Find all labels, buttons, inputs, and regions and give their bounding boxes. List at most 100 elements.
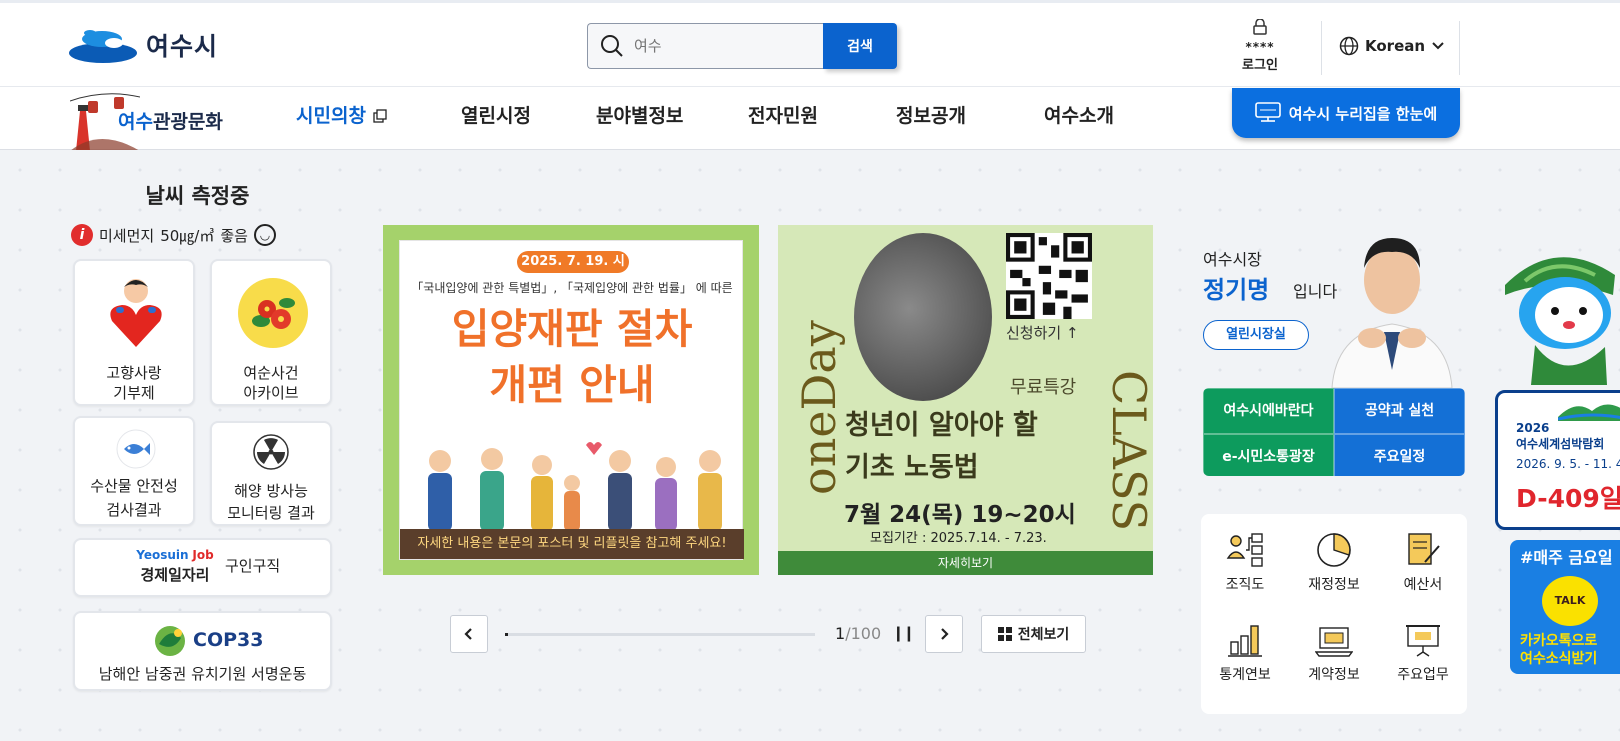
class-text: CLASS [1102,370,1153,532]
oneday-text: oneDay [792,320,846,495]
quick-item-label: 통계연보 [1219,667,1271,683]
adoption-banner[interactable]: 2025. 7. 19. 시행 「국내입양에 관한 특별법」, 「국제입양에 관… [383,225,759,575]
search-input[interactable] [634,37,804,55]
brand-suffix: 관광문화 [152,111,223,133]
nav-item-citizen[interactable]: 시민의창 [296,87,461,151]
bar-chart-icon [1228,625,1262,657]
nav-brand-text: 여수관광문화 [118,107,223,134]
presentation-icon [1406,625,1440,657]
adoption-poster: 2025. 7. 19. 시행 「국내입양에 관한 특별법」, 「국제입양에 관… [399,240,744,560]
monitor-icon [1254,102,1281,122]
quick-item-contract[interactable]: 계약정보 [1290,622,1378,684]
nav-item-open-govt[interactable]: 열린시정 [461,87,596,151]
quick-label-line1: 해양 방사능 [234,482,308,500]
cop33-label: 남해안 남중권 유치기원 서명운동 [98,665,307,683]
job-brand-en1: Yeosuin [136,548,189,562]
slide-progress-bar [505,633,815,636]
recruit-period: 모집기간 : 2025.7.14. - 7.23. [870,531,1047,546]
prev-slide-button[interactable] [450,615,488,653]
org-chart-icon [1226,533,1263,567]
pledge-link[interactable]: 공약과 실천 [1334,388,1465,434]
divider [1321,21,1322,75]
mayor-links-grid: 여수시에바란다 공약과 실천 e-시민소통광장 주요일정 [1203,388,1465,476]
nav-item-field-info[interactable]: 분야별정보 [596,87,748,151]
banner-footer: 자세한 내용은 본문의 포스터 및 리플릿을 참고해 주세요! [400,529,744,559]
banner-date: 2025. 7. 19. 시행 [517,251,629,291]
search-bar: 검색 [587,23,897,69]
kakao-talk-icon: TALK [1542,576,1598,626]
laptop-icon [1315,627,1353,657]
schedule-link[interactable]: 주요일정 [1334,434,1465,476]
cop33-leaf-icon [155,626,185,656]
nav-item-info-disclosure[interactable]: 정보공개 [896,87,1044,151]
nav-item-e-civil[interactable]: 전자민원 [748,87,896,151]
mayor-label: 여수시장 [1203,250,1262,269]
kakao-subscribe-banner[interactable]: #매주 금요일 TALK 카카오톡으로 여수소식받기 [1510,540,1620,674]
labor-title-line2: 기초 노동법 [845,452,979,483]
login-stars: **** [1245,40,1275,54]
logo-text: 여수시 [146,32,219,61]
info-icon: i [71,224,93,246]
quick-item-finance[interactable]: 재정정보 [1290,532,1378,594]
search-icon [601,35,623,57]
expo-date: 2026. 9. 5. - 11. 4. [1516,457,1620,471]
expo-banner[interactable]: 2026 여수세계섬박람회 2026. 9. 5. - 11. 4. D-409… [1495,390,1620,530]
quick-link-cop33[interactable]: COP33 남해안 남중권 유치기원 서명운동 [73,611,332,691]
labor-law-banner[interactable]: oneDay CLASS 신청하기 ↑ 무료특강 청년이 알아야 할 기초 노동… [778,225,1153,575]
search-field[interactable] [587,23,823,69]
next-slide-button[interactable] [925,615,963,653]
quick-link-hometown-donation[interactable]: 고향사랑 기부제 [73,259,195,406]
quick-item-statistics[interactable]: 통계연보 [1201,622,1289,684]
top-header: 여수시 검색 **** 로그인 Korean [0,0,1620,86]
slide-current: 1 [835,624,846,643]
quick-label-line2: 아카이브 [243,384,299,402]
free-lecture-text: 무료특강 [1010,377,1077,398]
quick-link-job-search[interactable]: Yeosuin Job 경제일자리 구인구직 [73,538,332,597]
language-select[interactable]: Korean [1339,36,1445,56]
quick-link-radiation-monitoring[interactable]: 해양 방사능 모니터링 결과 [210,421,332,526]
quick-label-line1: 고향사랑 [106,364,162,382]
mayor-name: 정기명 [1203,276,1270,304]
site-logo[interactable]: 여수시 [68,25,218,65]
camellia-flower-icon [238,278,308,348]
weather-title: 날씨 측정중 [145,184,250,208]
site-overview-button[interactable]: 여수시 누리집을 한눈에 [1232,88,1460,138]
quick-item-label: 주요업무 [1397,667,1449,683]
apply-text: 신청하기 ↑ [1006,324,1079,342]
kakao-line2: 여수소식받기 [1520,651,1598,667]
kakao-text: 카카오톡으로 여수소식받기 [1520,632,1597,668]
labor-title: 청년이 알아야 할 기초 노동법 [845,405,1038,489]
gavel-photo [854,233,992,401]
qr-code-icon[interactable] [1006,233,1092,319]
pause-icon[interactable]: ❙❙ [892,624,915,642]
banner-title-line2: 개편 안내 [489,361,655,409]
login-button[interactable]: **** 로그인 [1230,18,1290,73]
tourism-culture-link[interactable]: 여수관광문화 [70,87,250,151]
quick-label-line1: 여순사건 [243,364,299,382]
quick-label-line2: 기부제 [113,384,155,402]
radiation-icon [253,434,289,470]
open-mayor-office-button[interactable]: 열린시장실 [1203,320,1309,350]
kakao-head: #매주 금요일 [1520,548,1613,567]
quick-item-budget[interactable]: 예산서 [1379,532,1467,594]
brand-prefix: 여수 [118,111,153,133]
proposal-link[interactable]: 여수시에바란다 [1203,388,1334,434]
quick-link-seafood-safety[interactable]: 수산물 안전성 검사결과 [73,416,195,526]
expo-dday: D-409일 [1516,484,1620,513]
heart-person-icon [110,279,162,347]
nav-label: 시민의창 [296,105,366,127]
slide-counter: 1/100 [835,624,881,643]
external-window-icon [372,109,387,123]
job-label: 구인구직 [225,557,281,575]
quick-item-org-chart[interactable]: 조직도 [1201,532,1289,594]
quick-link-yeosun-archive[interactable]: 여순사건 아카이브 [210,259,332,406]
language-label: Korean [1365,37,1426,55]
quick-item-major-work[interactable]: 주요업무 [1379,622,1467,684]
site-overview-label: 여수시 누리집을 한눈에 [1288,104,1438,123]
job-brand-en2: Job [192,548,214,562]
nav-item-about-yeosu[interactable]: 여수소개 [1044,87,1144,151]
e-citizen-link[interactable]: e-시민소통광장 [1203,434,1334,476]
view-all-button[interactable]: 전체보기 [981,615,1086,653]
see-more-link[interactable]: 자세히보기 [778,551,1153,575]
search-button[interactable]: 검색 [823,23,897,69]
